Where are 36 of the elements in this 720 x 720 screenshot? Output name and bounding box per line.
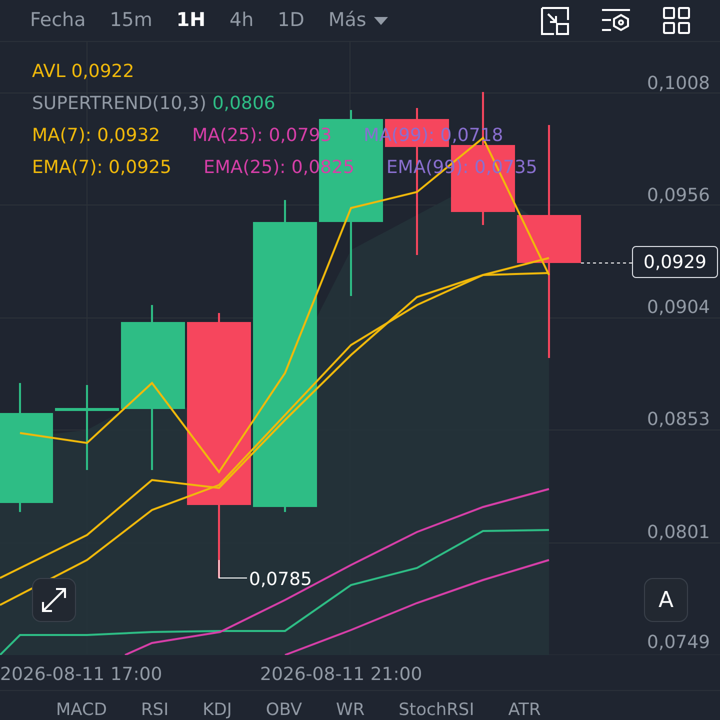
indicator-tab[interactable]: OBV xyxy=(266,699,302,720)
interval-tab[interactable]: 15m xyxy=(110,6,152,35)
grid-layout-icon[interactable] xyxy=(663,7,690,34)
interval-tab[interactable]: 1D xyxy=(278,6,304,35)
legend-text: SUPERTREND(10,3) xyxy=(32,92,206,116)
indicator-tab[interactable]: KDJ xyxy=(202,699,232,720)
legend-text: EMA(7): 0,0925 xyxy=(32,156,172,180)
indicator-tab[interactable]: MACD xyxy=(56,699,107,720)
interval-tab[interactable]: 1H xyxy=(176,6,206,35)
expand-button[interactable] xyxy=(32,578,76,622)
price-label: 0,0956 xyxy=(647,184,710,208)
indicator-tab[interactable]: StochRSI xyxy=(398,699,474,720)
legend-text: 0,0806 xyxy=(212,92,276,116)
leader-line xyxy=(218,560,248,578)
interval-tab[interactable]: Fecha xyxy=(30,6,86,35)
legend-text: AVL 0,0922 xyxy=(32,60,134,84)
price-label: 0,0801 xyxy=(647,521,710,545)
legend-text: MA(7): 0,0932 xyxy=(32,124,160,148)
expand-icon xyxy=(39,585,69,615)
indicator-tab[interactable]: WR xyxy=(336,699,365,720)
indicator-tab[interactable]: RSI xyxy=(140,699,169,720)
time-label: 2026-08-11 17:00 xyxy=(0,663,162,687)
price-label: 0,0904 xyxy=(647,296,710,320)
price-line xyxy=(580,262,632,264)
time-label: 2026-08-11 21:00 xyxy=(260,663,422,687)
current-price-tag: 0,0929 xyxy=(632,246,718,278)
interval-tab[interactable]: 4h xyxy=(230,6,254,35)
exit-fullscreen-icon[interactable] xyxy=(541,6,569,34)
price-label: 0,0749 xyxy=(647,631,710,655)
settings-list-icon[interactable] xyxy=(601,8,631,34)
more-dropdown[interactable]: Más xyxy=(328,6,388,35)
low-price-label: 0,0785 xyxy=(249,568,312,592)
price-label: 0,0853 xyxy=(647,408,710,432)
auto-scale-button[interactable]: A xyxy=(644,578,688,622)
price-label: 0,1008 xyxy=(647,72,710,96)
indicator-tab[interactable]: ATR xyxy=(508,699,541,720)
